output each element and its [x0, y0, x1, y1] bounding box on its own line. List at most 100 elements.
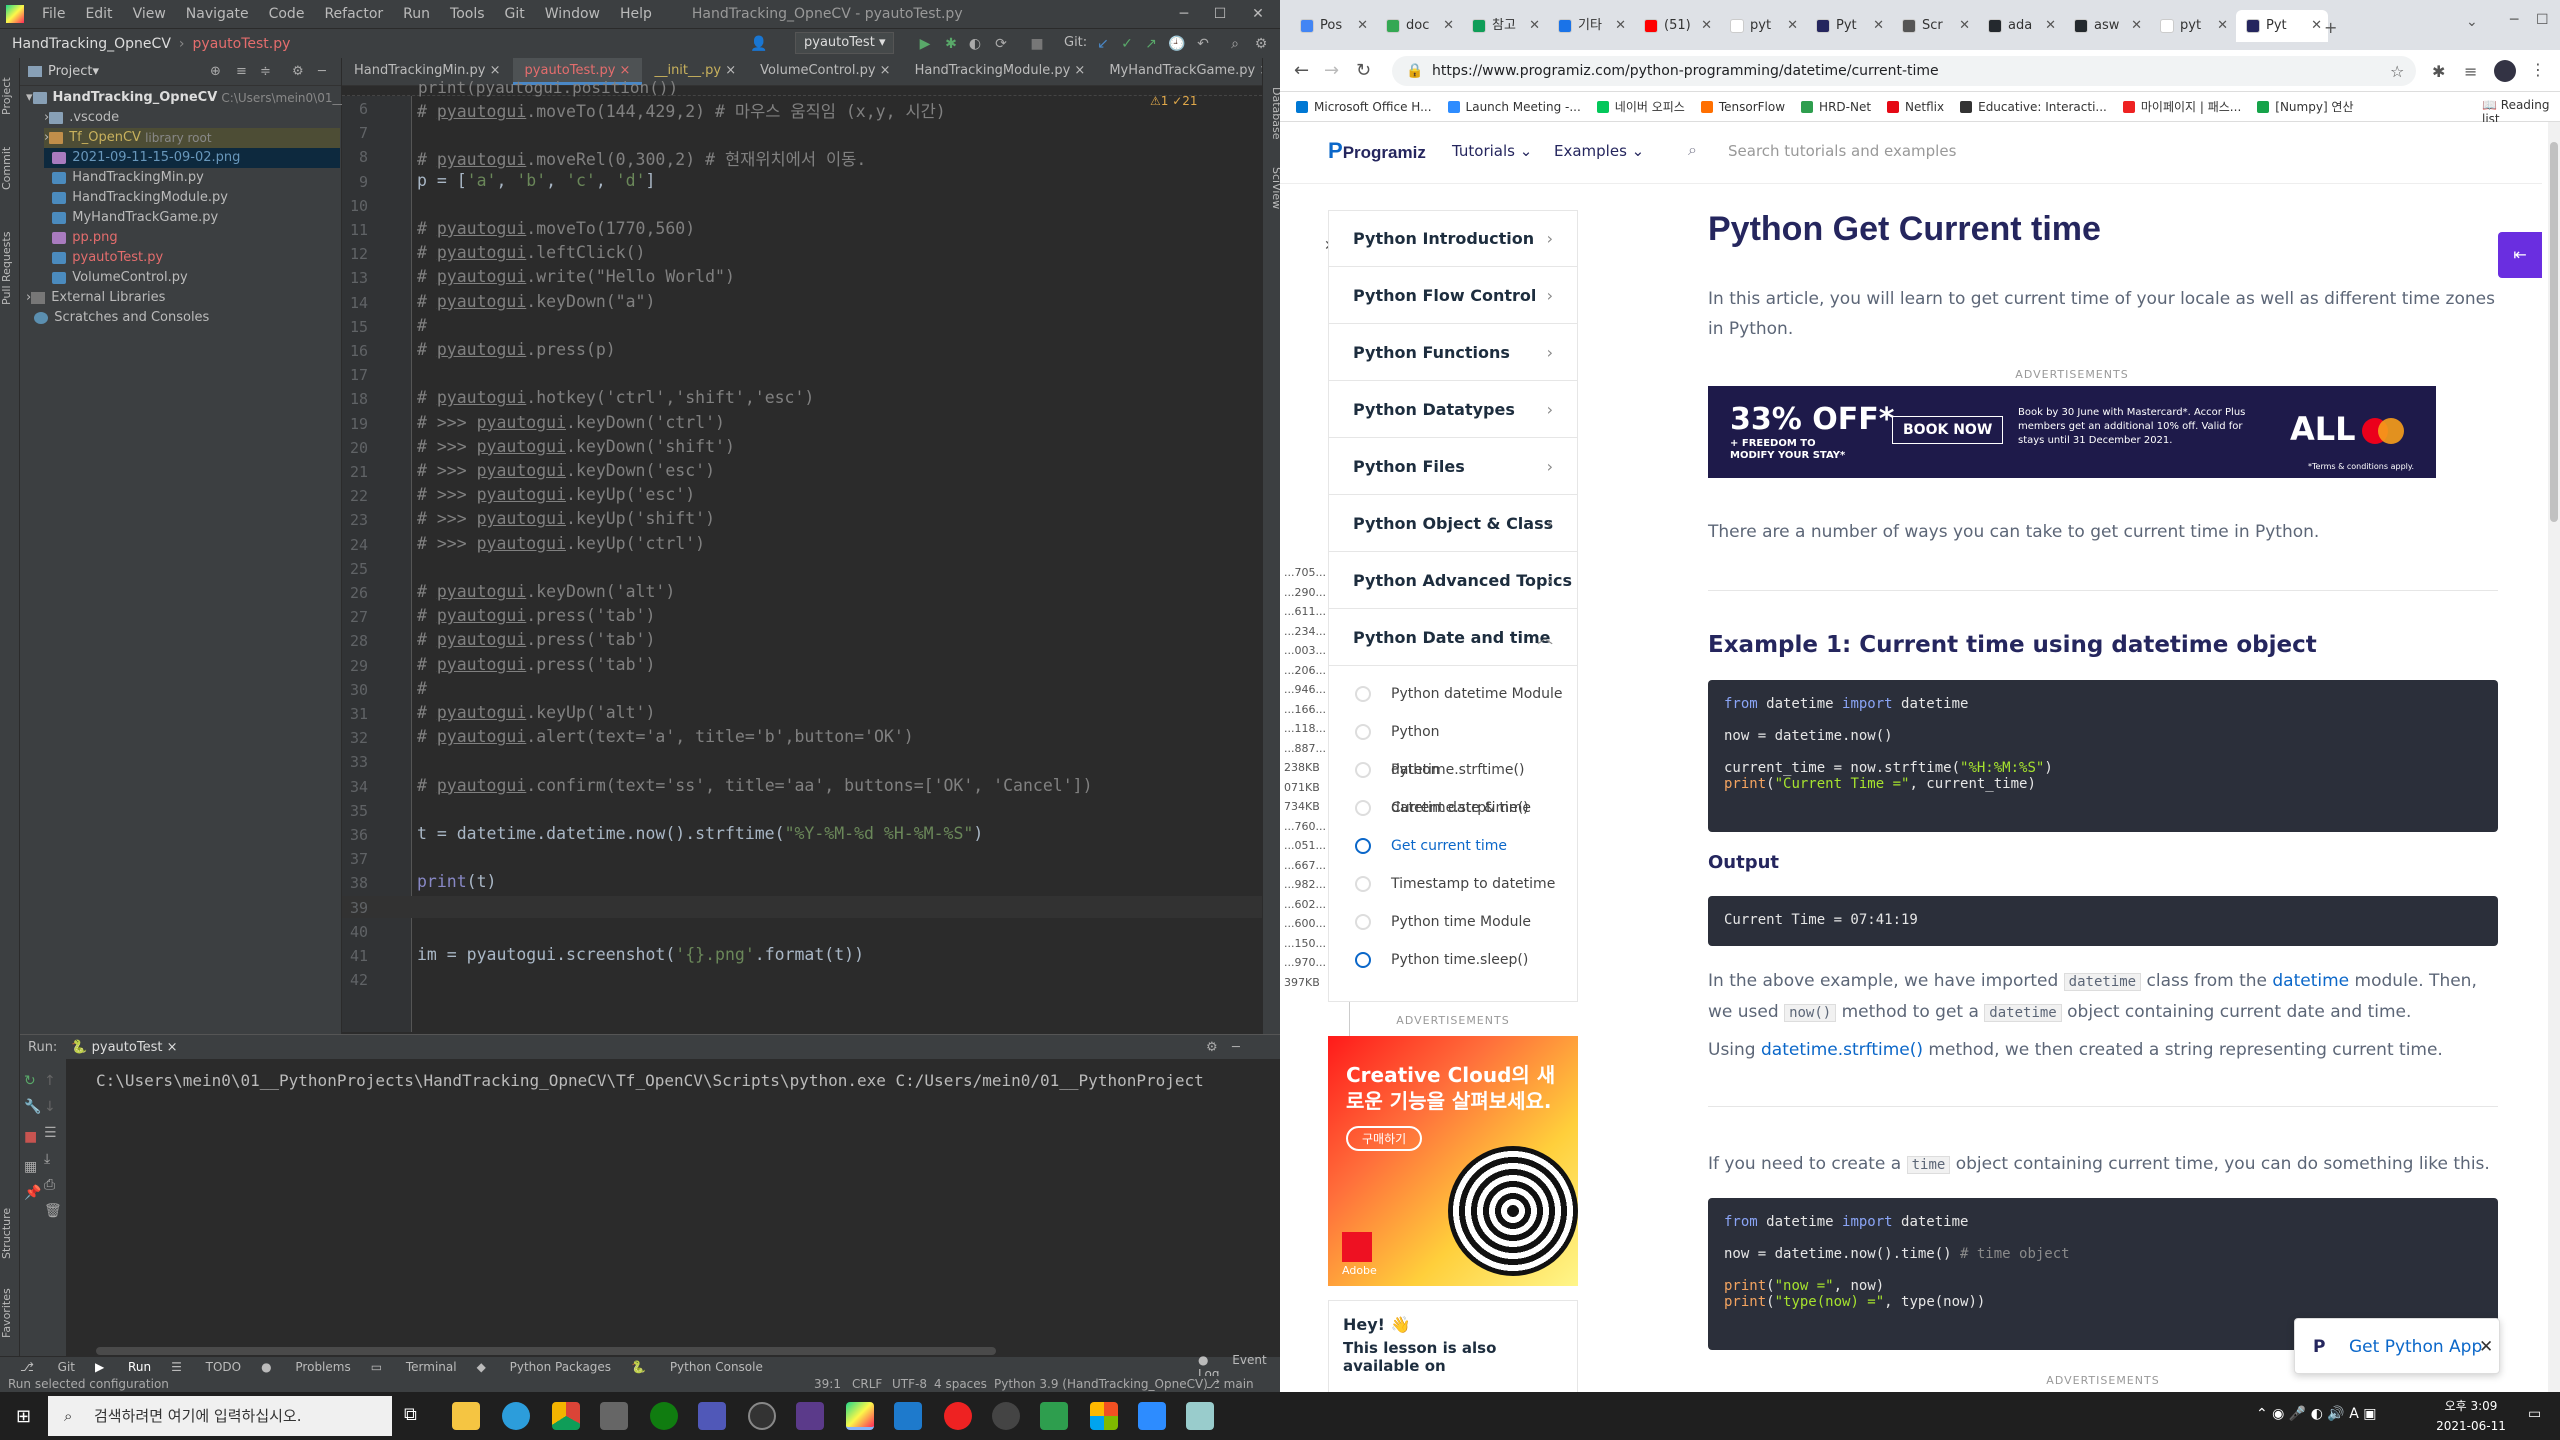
- breadcrumb-file[interactable]: pyautoTest.py: [193, 36, 291, 52]
- url-input[interactable]: 🔒 https://www.programiz.com/python-progra…: [1392, 56, 2416, 86]
- tab-search-icon[interactable]: ⌄: [2466, 14, 2478, 30]
- xbox-icon[interactable]: [650, 1402, 678, 1430]
- close-tab-icon[interactable]: ✕: [2217, 10, 2228, 42]
- browser-tab[interactable]: 참고 ✕: [1462, 10, 1546, 42]
- tab-volumecontrol[interactable]: VolumeControl.py ×: [748, 58, 902, 85]
- hide-icon[interactable]: ─: [318, 64, 326, 79]
- edge-icon[interactable]: [502, 1402, 530, 1430]
- trash-icon[interactable]: 🗑: [44, 1203, 62, 1219]
- datetime-module-link[interactable]: datetime: [2272, 971, 2349, 991]
- forward-icon[interactable]: →: [1324, 60, 1339, 81]
- bottom-tab-todo[interactable]: ☰ TODO: [171, 1360, 241, 1374]
- line-separator[interactable]: CRLF: [852, 1377, 882, 1391]
- side-advertisement[interactable]: Creative Cloud의 새로운 기능을 살펴보세요. 구매하기 Adob…: [1328, 1036, 1578, 1286]
- code-line[interactable]: # pyautogui.keyUp('alt'): [417, 703, 655, 722]
- code-line[interactable]: # pyautogui.confirm(text='ss', title='aa…: [417, 776, 1093, 795]
- bookmark-item[interactable]: HRD-Net: [1801, 100, 1871, 114]
- slack-icon[interactable]: [1090, 1402, 1118, 1430]
- bookmark-item[interactable]: TensorFlow: [1700, 100, 1785, 114]
- code-line[interactable]: # >>> pyautogui.keyUp('ctrl'): [417, 534, 705, 553]
- git-update-icon[interactable]: ↙: [1094, 35, 1112, 53]
- file-encoding[interactable]: UTF-8: [892, 1377, 927, 1391]
- nav-section[interactable]: Python Datatypes ›: [1329, 382, 1577, 438]
- nav-lesson[interactable]: Current date & time: [1329, 789, 1577, 827]
- ad-buy-button[interactable]: 구매하기: [1346, 1126, 1423, 1151]
- tutorials-menu[interactable]: Tutorials ⌄: [1452, 142, 1532, 160]
- tab-handtrackingmodule[interactable]: HandTrackingModule.py ×: [903, 58, 1098, 85]
- ad-book-now-button[interactable]: BOOK NOW: [1892, 416, 2004, 444]
- locate-icon[interactable]: ⊕: [210, 64, 221, 79]
- code-line[interactable]: t = datetime.datetime.now().strftime("%Y…: [417, 824, 983, 843]
- menu-refactor[interactable]: Refactor: [314, 6, 393, 22]
- coverage-icon[interactable]: ◐: [966, 35, 984, 53]
- bottom-tab-git[interactable]: ⎇ Git: [20, 1360, 75, 1374]
- code-line[interactable]: # pyautogui.moveTo(1770,560): [417, 219, 695, 238]
- examples-menu[interactable]: Examples ⌄: [1554, 142, 1644, 160]
- git-branch[interactable]: ⎇ main: [1206, 1377, 1254, 1391]
- pycharm-taskbar-icon[interactable]: [846, 1402, 874, 1430]
- menu-window[interactable]: Window: [535, 6, 610, 22]
- nav-section[interactable]: Python Functions ›: [1329, 325, 1577, 381]
- task-view-icon[interactable]: ⧉: [404, 1404, 417, 1425]
- nav-lesson[interactable]: Python datetime Module: [1329, 675, 1577, 713]
- programiz-logo[interactable]: PProgramiz: [1328, 138, 1426, 164]
- bottom-tab-python-packages[interactable]: ◆ Python Packages: [477, 1360, 611, 1374]
- nav-section[interactable]: Python Files ›: [1329, 439, 1577, 495]
- bookmark-star-icon[interactable]: ☆: [2390, 62, 2404, 81]
- nav-lesson[interactable]: Python time.sleep(): [1329, 941, 1577, 979]
- nav-lesson[interactable]: Python datetime.strftime(): [1329, 713, 1577, 778]
- tree-item-tf-opencv[interactable]: › Tf_OpenCV library root: [44, 128, 340, 148]
- code-line[interactable]: # pyautogui.press('tab'): [417, 606, 655, 625]
- code-line[interactable]: p = ['a', 'b', 'c', 'd']: [417, 171, 655, 190]
- run-tab-pyautotest[interactable]: 🐍 pyautoTest ×: [71, 1040, 177, 1055]
- vscode-icon[interactable]: [894, 1402, 922, 1430]
- bottom-tab-python-console[interactable]: 🐍 Python Console: [631, 1360, 763, 1374]
- code-block-1[interactable]: from datetime import datetime now = date…: [1708, 680, 2498, 832]
- extensions-icon[interactable]: ✱: [2432, 62, 2445, 81]
- nav-section[interactable]: Python Object & Class ›: [1329, 496, 1577, 552]
- bookmark-item[interactable]: Educative: Interacti...: [1960, 100, 2107, 114]
- stop-icon[interactable]: ■: [1028, 35, 1046, 53]
- tree-item-myhandtrackgame[interactable]: MyHandTrackGame.py: [44, 208, 218, 228]
- minimize-icon[interactable]: ─: [1164, 0, 1204, 28]
- bookmark-item[interactable]: 마이페이지 | 패스...: [2122, 98, 2241, 115]
- code-line[interactable]: # pyautogui.press('tab'): [417, 630, 655, 649]
- feedback-tab[interactable]: ⇤: [2498, 232, 2542, 278]
- up-icon[interactable]: ↑: [44, 1073, 56, 1089]
- page-scrollbar[interactable]: [2548, 122, 2560, 1392]
- menu-run[interactable]: Run: [393, 6, 440, 22]
- nav-section[interactable]: Python Flow Control ›: [1329, 268, 1577, 324]
- project-tool-tab[interactable]: Project: [0, 66, 20, 126]
- bookmark-item[interactable]: Launch Meeting -...: [1447, 100, 1581, 114]
- close-icon[interactable]: ✕: [2479, 1319, 2493, 1375]
- down-icon[interactable]: ↓: [44, 1099, 56, 1115]
- code-line[interactable]: # pyautogui.hotkey('ctrl','shift','esc'): [417, 388, 814, 407]
- print-icon[interactable]: ⎙: [44, 1177, 55, 1193]
- code-line[interactable]: # pyautogui.moveTo(144,429,2) # 마우스 움직임 …: [417, 98, 946, 122]
- menu-edit[interactable]: Edit: [75, 6, 122, 22]
- code-line[interactable]: # >>> pyautogui.keyDown('shift'): [417, 437, 735, 456]
- banner-advertisement[interactable]: 33% OFF* + FREEDOM TO MODIFY YOUR STAY* …: [1708, 386, 2436, 478]
- tree-item-volumecontrol[interactable]: VolumeControl.py: [44, 268, 188, 288]
- profile-icon[interactable]: ⟳: [992, 35, 1010, 53]
- bottom-tab-terminal[interactable]: ▭ Terminal: [371, 1360, 457, 1374]
- collapse-icon[interactable]: ≡: [236, 64, 247, 79]
- bookmark-item[interactable]: Microsoft Office H...: [1296, 100, 1432, 114]
- close-tab-icon[interactable]: ✕: [2045, 10, 2056, 42]
- nav-lesson[interactable]: Get current time: [1329, 827, 1577, 865]
- cursor-position[interactable]: 39:1: [814, 1377, 841, 1391]
- wrench-icon[interactable]: 🔧: [24, 1099, 41, 1115]
- run-config-select[interactable]: pyautoTest ▾: [795, 32, 895, 54]
- taskbar-clock[interactable]: 오후 3:09 2021-06-11: [2428, 1396, 2514, 1436]
- nav-lesson[interactable]: Python datetime.strptime(): [1329, 751, 1577, 816]
- code-line[interactable]: # pyautogui.moveRel(0,300,2) # 현재위치에서 이동…: [417, 146, 866, 170]
- menu-navigate[interactable]: Navigate: [176, 6, 259, 22]
- code-line[interactable]: # >>> pyautogui.keyUp('shift'): [417, 509, 715, 528]
- code-line[interactable]: #: [417, 679, 427, 698]
- favorites-tool-tab[interactable]: Favorites: [0, 1278, 20, 1348]
- menu-git[interactable]: Git: [495, 6, 535, 22]
- pull-requests-tool-tab[interactable]: Pull Requests: [0, 218, 20, 318]
- tree-item-scratches[interactable]: Scratches and Consoles: [26, 308, 209, 328]
- tree-item-handtrackingmodule[interactable]: HandTrackingModule.py: [44, 188, 228, 208]
- browser-tab[interactable]: 기타 ✕: [1548, 10, 1632, 42]
